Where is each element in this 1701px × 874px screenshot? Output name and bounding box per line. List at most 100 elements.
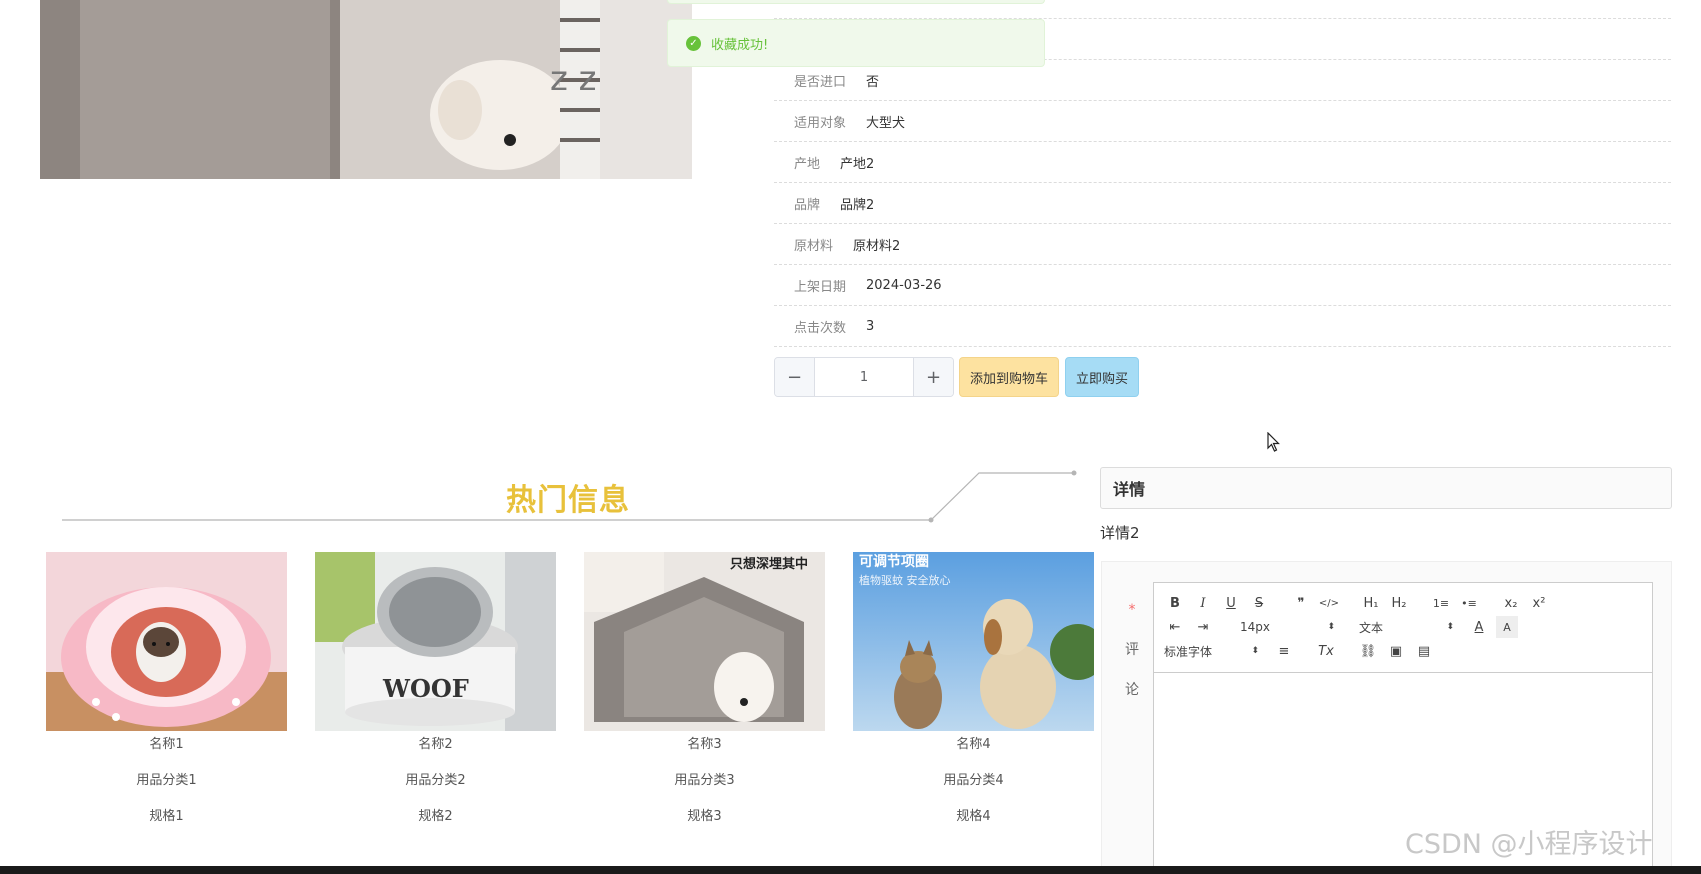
attribute-row-origin: 产地 产地2 (774, 142, 1671, 183)
hot-info-title: 热门信息 (506, 483, 630, 518)
ordered-list-icon[interactable]: 1≡ (1430, 592, 1452, 614)
hot-item-name: 名称3 (687, 737, 722, 752)
toast-message: 收藏成功! (711, 37, 769, 53)
hot-item-category: 用品分类2 (405, 773, 466, 788)
hot-item-image[interactable] (46, 552, 287, 731)
svg-text:只想深埋其中: 只想深埋其中 (730, 556, 808, 572)
attribute-key: 适用对象 (794, 115, 847, 131)
video-icon[interactable]: ▤ (1413, 640, 1435, 662)
align-icon[interactable]: ≡ (1273, 640, 1295, 662)
attribute-value: 否 (866, 74, 880, 90)
outdent-icon[interactable]: ⇤ (1164, 616, 1186, 638)
background-color-icon[interactable]: A (1496, 616, 1518, 638)
hot-item[interactable]: 只想深埋其中 名称3 用品分类3 规格3 (584, 552, 825, 839)
hot-item[interactable]: WOOF 名称2 用品分类2 规格2 (315, 552, 556, 839)
hot-item-name: 名称4 (956, 737, 991, 752)
font-color-icon[interactable]: A (1468, 616, 1490, 638)
hot-item-name: 名称2 (418, 737, 453, 752)
attribute-row-date: 上架日期 2024-03-26 (774, 265, 1671, 306)
editor-toolbar: B I U S ❞ </> H₁ H₂ 1≡ •≡ x₂ x² ⇤ ⇥ 14px… (1154, 583, 1652, 673)
clear-format-icon[interactable]: Tx (1315, 640, 1337, 662)
subscript-button[interactable]: x₂ (1500, 592, 1522, 614)
hot-item-image[interactable]: WOOF (315, 552, 556, 731)
font-size-value: 14px (1240, 620, 1270, 634)
attribute-key: 产地 (794, 156, 821, 172)
select-arrows-icon: ⬍ (1446, 622, 1454, 632)
hot-item-name: 名称1 (149, 737, 184, 752)
select-arrows-icon: ⬍ (1251, 646, 1259, 656)
svg-text:可调节项圈: 可调节项圈 (859, 553, 929, 570)
attribute-row-material: 原材料 原材料2 (774, 224, 1671, 265)
heading-1-button[interactable]: H₁ (1360, 592, 1382, 614)
watermark: CSDN @小程序设计 (1405, 829, 1653, 860)
heading-2-button[interactable]: H₂ (1388, 592, 1410, 614)
hot-item-spec: 规格3 (687, 809, 722, 824)
font-family-select[interactable]: 标准字体 ⬍ (1164, 640, 1259, 662)
attribute-value: 3 (866, 318, 875, 334)
superscript-button[interactable]: x² (1528, 592, 1550, 614)
attribute-key: 点击次数 (794, 320, 847, 336)
bold-button[interactable]: B (1164, 592, 1186, 614)
bullet-list-icon[interactable]: •≡ (1458, 592, 1480, 614)
attribute-value: 2024-03-26 (866, 277, 942, 293)
detail-heading-box: 详情 (1100, 467, 1672, 509)
attribute-value: 品牌2 (840, 197, 875, 213)
hot-item-category: 用品分类1 (136, 773, 197, 788)
select-arrows-icon: ⬍ (1327, 622, 1335, 632)
svg-text:植物驱蚊 安全放心: 植物驱蚊 安全放心 (859, 573, 951, 587)
required-mark: * (1128, 602, 1136, 618)
add-to-cart-button[interactable]: 添加到购物车 (959, 357, 1060, 397)
check-circle-icon: ✓ (686, 35, 701, 51)
attribute-row-target: 适用对象 大型犬 (774, 101, 1671, 142)
underline-button[interactable]: U (1220, 592, 1242, 614)
detail-text: 详情2 (1100, 524, 1140, 542)
mouse-cursor-icon (1267, 432, 1280, 452)
comment-label-char-2: 论 (1125, 682, 1139, 698)
attribute-key: 原材料 (794, 238, 834, 254)
blockquote-icon[interactable]: ❞ (1290, 592, 1312, 614)
attribute-value: 大型犬 (866, 115, 906, 131)
product-main-image: z z (40, 0, 692, 179)
hot-item-image[interactable]: 可调节项圈 植物驱蚊 安全放心 (853, 552, 1094, 731)
image-icon[interactable]: ▣ (1385, 640, 1407, 662)
attribute-key: 品牌 (794, 197, 821, 213)
hot-info-header: 热门信息 (62, 467, 1078, 527)
attribute-key: 是否进口 (794, 74, 847, 90)
attribute-row-clicks: 点击次数 3 (774, 306, 1671, 347)
hot-items-list: 名称1 用品分类1 规格1 WOOF 名称2 用品分类2 规格2 只想深埋其中 … (46, 552, 1094, 839)
strikethrough-button[interactable]: S (1248, 592, 1270, 614)
success-toast: ✓ 收藏成功! (667, 19, 1045, 67)
attribute-row-brand: 品牌 品牌2 (774, 183, 1671, 224)
font-size-select[interactable]: 14px ⬍ (1240, 616, 1335, 638)
hot-item[interactable]: 名称1 用品分类1 规格1 (46, 552, 287, 839)
indent-icon[interactable]: ⇥ (1192, 616, 1214, 638)
link-icon[interactable]: ⛓ (1357, 640, 1379, 662)
hot-item-spec: 规格1 (149, 809, 184, 824)
svg-text:WOOF: WOOF (382, 674, 469, 703)
svg-text:z z: z z (550, 59, 597, 99)
quantity-stepper: − + (774, 357, 954, 397)
comment-label: * 评 论 (1124, 590, 1140, 710)
hot-item-image[interactable]: 只想深埋其中 (584, 552, 825, 731)
minus-icon[interactable]: − (775, 358, 815, 396)
comment-label-char-1: 评 (1125, 642, 1139, 658)
attribute-key: 上架日期 (794, 279, 847, 295)
italic-button[interactable]: I (1192, 592, 1214, 614)
purchase-controls: − + 添加到购物车 立即购买 (774, 357, 1140, 397)
hot-item-category: 用品分类4 (943, 773, 1004, 788)
code-block-icon[interactable]: </> (1318, 592, 1340, 614)
hot-item-spec: 规格2 (418, 809, 453, 824)
previous-toast-edge (667, 0, 1045, 4)
buy-now-button[interactable]: 立即购买 (1065, 357, 1140, 397)
attribute-value: 产地2 (840, 156, 875, 172)
quantity-input[interactable] (815, 358, 913, 396)
font-family-value: 标准字体 (1164, 644, 1213, 659)
hot-item[interactable]: 可调节项圈 植物驱蚊 安全放心 名称4 用品分类4 规格4 (853, 552, 1094, 839)
window-bottom-bar (0, 866, 1701, 874)
attribute-value: 原材料2 (853, 238, 901, 254)
text-style-select[interactable]: 文本 ⬍ (1359, 616, 1454, 638)
detail-heading: 详情 (1113, 480, 1146, 499)
hot-item-category: 用品分类3 (674, 773, 735, 788)
text-style-value: 文本 (1359, 620, 1384, 635)
plus-icon[interactable]: + (913, 358, 953, 396)
